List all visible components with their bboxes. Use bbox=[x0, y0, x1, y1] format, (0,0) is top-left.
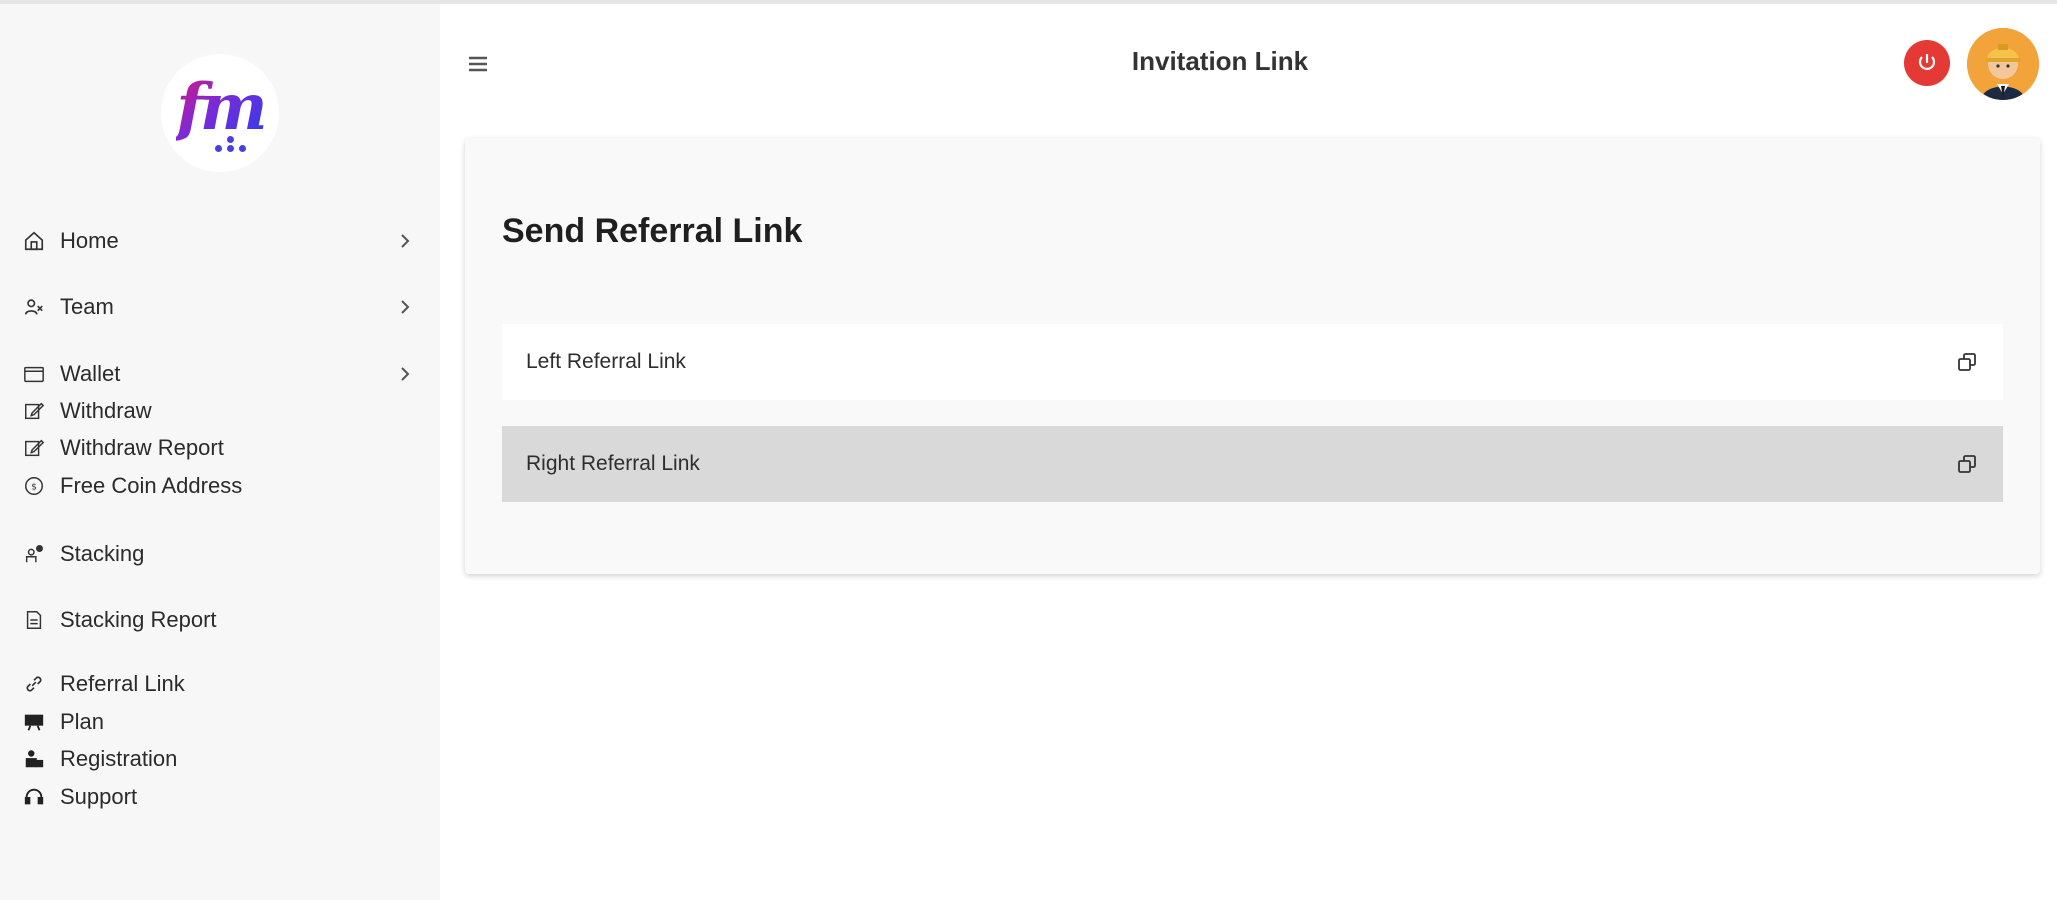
sidebar-item-withdraw-report[interactable]: Withdraw Report bbox=[22, 433, 417, 463]
logo-people-icon bbox=[211, 136, 251, 154]
sidebar-item-support[interactable]: Support bbox=[22, 782, 417, 812]
sidebar-item-home[interactable]: Home bbox=[22, 226, 417, 256]
referral-card: Send Referral Link Left Referral Link Ri… bbox=[465, 138, 2040, 574]
hamburger-icon[interactable] bbox=[464, 50, 492, 78]
headset-icon bbox=[22, 785, 46, 809]
left-referral-link-row[interactable]: Left Referral Link bbox=[502, 324, 2003, 400]
sidebar-item-label: Wallet bbox=[60, 361, 121, 386]
registration-icon bbox=[22, 747, 46, 771]
sidebar-item-label: Referral Link bbox=[60, 671, 185, 696]
sidebar-item-label: Support bbox=[60, 784, 138, 809]
chevron-right-icon bbox=[401, 300, 410, 314]
sidebar: fm Home Team Wallet Withdraw Withdraw Re… bbox=[0, 4, 440, 900]
right-referral-link-label: Right Referral Link bbox=[526, 452, 700, 475]
logo-text: fm bbox=[176, 69, 267, 145]
brand-logo[interactable]: fm bbox=[161, 54, 279, 172]
sidebar-item-plan[interactable]: Plan bbox=[22, 707, 417, 737]
wallet-icon bbox=[22, 362, 46, 386]
copy-icon[interactable] bbox=[1955, 350, 1979, 374]
power-icon bbox=[1918, 54, 1936, 70]
avatar[interactable] bbox=[1967, 28, 2039, 100]
sidebar-item-label: Withdraw bbox=[60, 398, 152, 423]
sidebar-item-label: Registration bbox=[60, 746, 178, 771]
sidebar-item-team[interactable]: Team bbox=[22, 292, 417, 322]
sidebar-item-stacking[interactable]: Stacking bbox=[22, 539, 417, 569]
coin-icon: $ bbox=[22, 474, 46, 498]
logout-button[interactable] bbox=[1904, 40, 1950, 86]
copy-icon[interactable] bbox=[1955, 452, 1979, 476]
sidebar-item-label: Team bbox=[60, 294, 114, 319]
team-icon bbox=[22, 295, 46, 319]
sidebar-item-label: Stacking Report bbox=[60, 607, 217, 632]
svg-text:$: $ bbox=[31, 482, 37, 493]
stacking-icon bbox=[22, 542, 46, 566]
sidebar-item-referral-link[interactable]: Referral Link bbox=[22, 669, 417, 699]
report-icon bbox=[22, 608, 46, 632]
edit-icon bbox=[22, 399, 46, 423]
sidebar-item-label: Withdraw Report bbox=[60, 435, 224, 460]
home-icon bbox=[22, 229, 46, 253]
card-heading: Send Referral Link bbox=[502, 212, 803, 250]
chevron-right-icon bbox=[401, 234, 410, 248]
sidebar-item-withdraw[interactable]: Withdraw bbox=[22, 396, 417, 426]
sidebar-item-label: Stacking bbox=[60, 541, 145, 566]
sidebar-item-registration[interactable]: Registration bbox=[22, 744, 417, 774]
sidebar-item-label: Free Coin Address bbox=[60, 473, 243, 498]
sidebar-item-free-coin-address[interactable]: $ Free Coin Address bbox=[22, 471, 417, 501]
right-referral-link-row[interactable]: Right Referral Link bbox=[502, 426, 2003, 502]
chevron-right-icon bbox=[401, 367, 410, 381]
left-referral-link-label: Left Referral Link bbox=[526, 350, 686, 373]
sidebar-item-label: Plan bbox=[60, 709, 105, 734]
user-avatar-icon bbox=[1967, 28, 2039, 100]
sidebar-item-wallet[interactable]: Wallet bbox=[22, 359, 417, 389]
page-title: Invitation Link bbox=[1131, 46, 1309, 76]
edit-icon bbox=[22, 436, 46, 460]
plan-icon bbox=[22, 710, 46, 734]
sidebar-item-label: Home bbox=[60, 228, 119, 253]
sidebar-item-stacking-report[interactable]: Stacking Report bbox=[22, 605, 417, 635]
link-icon bbox=[22, 672, 46, 696]
